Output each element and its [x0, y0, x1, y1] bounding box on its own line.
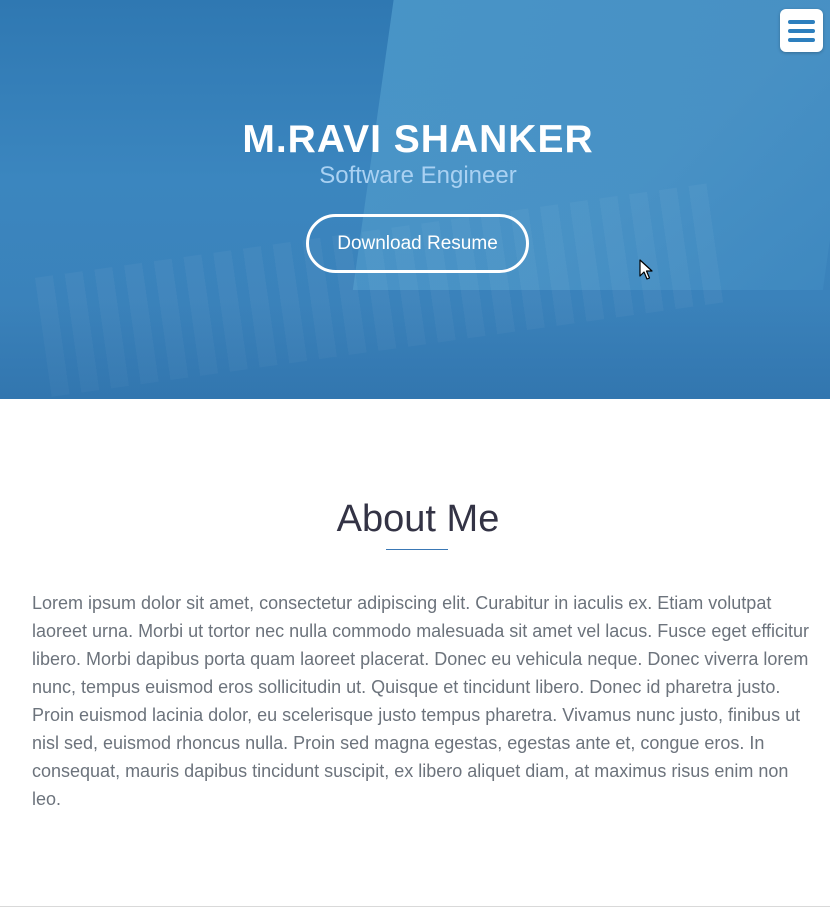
hamburger-menu-icon-bar	[788, 28, 815, 33]
hero-role: Software Engineer	[319, 162, 517, 189]
hero-background-shade	[0, 300, 830, 399]
about-paragraph: Lorem ipsum dolor sit amet, consectetur …	[32, 593, 810, 809]
hero-banner: M.RAVI SHANKER Software Engineer Downloa…	[0, 0, 830, 399]
hero-name: M.RAVI SHANKER	[242, 118, 594, 161]
menu-button[interactable]	[780, 9, 823, 52]
about-title: About Me	[336, 498, 500, 540]
mouse-cursor-icon	[639, 259, 653, 280]
section-divider	[0, 906, 830, 907]
about-title-underline	[386, 549, 448, 550]
hamburger-menu-icon-bar	[788, 37, 815, 42]
download-resume-button[interactable]: Download Resume	[306, 214, 529, 273]
hamburger-menu-icon	[788, 19, 815, 24]
